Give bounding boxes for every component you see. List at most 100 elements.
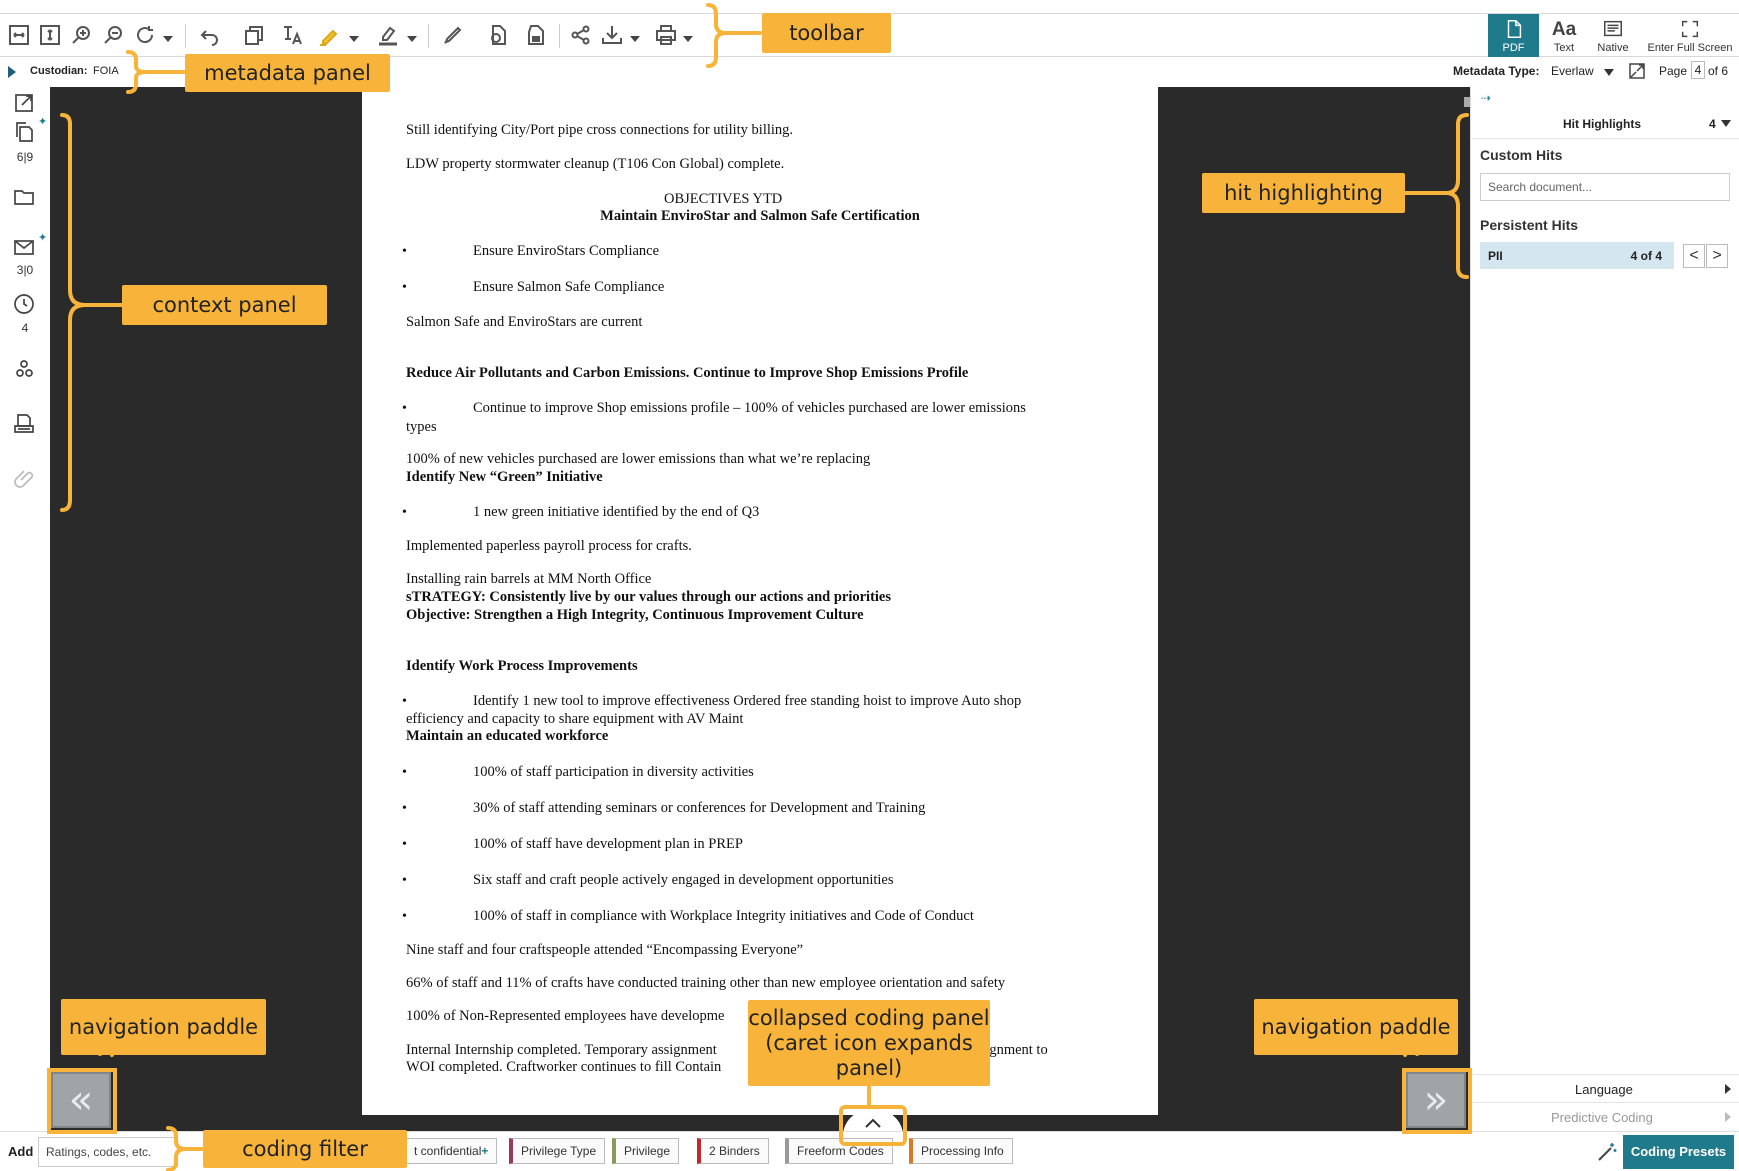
download-icon[interactable] (597, 20, 627, 50)
pdf-view-button[interactable]: PDF (1488, 14, 1539, 57)
redact-dropdown-caret[interactable] (407, 36, 417, 42)
highlighter-dropdown-caret[interactable] (349, 36, 359, 42)
text-select-icon[interactable] (277, 20, 307, 50)
doc-line: Nine staff and four craftspeople attende… (406, 942, 804, 958)
zoom-in-icon[interactable] (67, 20, 97, 50)
magic-wand-icon[interactable] (1596, 1141, 1618, 1163)
doc-heading: Maintain an educated workforce (406, 728, 609, 744)
code-chip-label: Privilege Type (521, 1144, 597, 1158)
code-chip[interactable]: Freeform Codes (785, 1138, 893, 1164)
page-total: of 6 (1708, 64, 1729, 78)
print-dropdown-caret[interactable] (683, 36, 693, 42)
email-icon[interactable] (12, 235, 38, 261)
rotate-icon[interactable] (131, 20, 161, 50)
production-icon[interactable] (12, 412, 38, 438)
pii-hit-row[interactable]: PII 4 of 4 (1480, 242, 1674, 269)
redact-stamp-icon[interactable] (521, 20, 551, 50)
caret-right-icon[interactable] (1725, 1112, 1731, 1122)
native-view-button[interactable]: Native (1589, 14, 1637, 57)
coding-presets-button[interactable]: Coding Presets (1623, 1135, 1734, 1169)
undo-icon[interactable] (194, 20, 224, 50)
bullet: • (402, 280, 407, 295)
add-email-icon[interactable]: ✦ (38, 231, 47, 244)
chevron-left-icon: < (1689, 247, 1699, 264)
highlighter-icon[interactable] (314, 20, 344, 50)
panel-resize-handle[interactable] (1464, 97, 1470, 107)
doc-line: Implemented paperless payroll process fo… (406, 538, 692, 554)
doc-line: 30% of staff attending seminars or confe… (473, 800, 926, 816)
expand-metadata-icon[interactable] (8, 66, 16, 78)
download-dropdown-caret[interactable] (630, 36, 640, 42)
collapse-panel-icon[interactable]: ⇢ (1481, 91, 1491, 105)
text-view-button[interactable]: Aa Text (1541, 14, 1587, 57)
print-icon[interactable] (651, 20, 681, 50)
code-chip[interactable]: t confidential+ (402, 1138, 498, 1164)
bullet: • (402, 401, 407, 416)
pii-hit-name: PII (1488, 249, 1503, 263)
expand-icon[interactable] (12, 91, 38, 117)
people-icon[interactable] (12, 357, 38, 383)
doc-line: Ensure Salmon Safe Compliance (473, 279, 665, 295)
predictive-coding-section[interactable]: Predictive Coding (1551, 1110, 1653, 1125)
code-chip[interactable]: Processing Info (909, 1138, 1013, 1164)
fullscreen-icon (1681, 20, 1699, 38)
history-count: 4 (21, 321, 29, 335)
prev-hit-button[interactable]: < (1683, 244, 1705, 268)
doc-line: efficiency and capacity to share equipme… (406, 711, 744, 727)
coding-filter-input[interactable]: Ratings, codes, etc. (38, 1137, 178, 1167)
doc-heading: Reduce Air Pollutants and Carbon Emissio… (406, 365, 969, 381)
fit-width-icon[interactable] (4, 20, 34, 50)
pii-hit-count: 4 of 4 (1630, 249, 1662, 263)
add-code-icon[interactable]: + (481, 1144, 488, 1158)
callout-context-panel: context panel (122, 285, 327, 325)
doc-line: types (406, 419, 437, 435)
code-chip[interactable]: Privilege Type (509, 1138, 606, 1164)
double-chevron-right-icon: » (1423, 1077, 1449, 1123)
pdf-view-label: PDF (1502, 42, 1525, 54)
next-hit-button[interactable]: > (1706, 244, 1728, 268)
review-window: PDF Aa Text Native Enter Full Screen Cus… (0, 0, 1739, 1171)
zoom-out-icon[interactable] (99, 20, 129, 50)
bullet: • (402, 909, 407, 924)
document-page[interactable]: Still identifying City/Port pipe cross c… (362, 87, 1158, 1115)
redact-icon[interactable] (373, 20, 403, 50)
history-icon[interactable] (12, 292, 38, 318)
caret-right-icon[interactable] (1725, 1084, 1731, 1094)
add-version-icon[interactable]: ✦ (38, 115, 47, 128)
hit-highlights-caret[interactable] (1721, 120, 1731, 127)
metadata-type-select[interactable]: Everlaw (1551, 64, 1594, 78)
search-document-input[interactable]: Search document... (1480, 173, 1730, 201)
divider (1471, 138, 1739, 139)
popout-icon[interactable] (1628, 62, 1646, 80)
doc-line: 1 new green initiative identified by the… (473, 504, 760, 520)
stamp-icon[interactable] (483, 20, 513, 50)
copy-icon[interactable] (239, 20, 269, 50)
folder-icon[interactable] (12, 185, 38, 211)
pen-icon[interactable] (438, 20, 468, 50)
bullet: • (402, 505, 407, 520)
prev-navigation-paddle[interactable]: « (51, 1072, 111, 1128)
toolbar-divider (559, 24, 560, 48)
versions-icon[interactable] (12, 120, 38, 146)
document-viewer: Still identifying City/Port pipe cross c… (50, 87, 1470, 1136)
callout-toolbar: toolbar (762, 13, 891, 53)
metadata-type-caret[interactable] (1604, 69, 1614, 76)
language-section[interactable]: Language (1575, 1082, 1633, 1097)
hit-highlights-count: 4 (1709, 117, 1716, 131)
bullet: • (402, 837, 407, 852)
page-number-input[interactable]: 4 (1691, 61, 1705, 79)
share-icon[interactable] (566, 20, 596, 50)
fullscreen-button[interactable]: Enter Full Screen (1643, 14, 1737, 57)
next-navigation-paddle[interactable]: » (1406, 1072, 1466, 1128)
metadata-type-label: Metadata Type: (1453, 64, 1540, 78)
native-view-label: Native (1597, 42, 1629, 54)
callout-nav-right: navigation paddle (1254, 999, 1458, 1055)
fit-height-icon[interactable] (35, 20, 65, 50)
toolbar-divider (185, 24, 186, 48)
text-view-icon: Aa (1551, 19, 1577, 40)
doc-line: 100% of Non-Represented employees have d… (406, 1008, 725, 1024)
code-chip[interactable]: Privilege (612, 1138, 680, 1164)
doc-line: Identify 1 new tool to improve effective… (473, 693, 1022, 709)
rotate-dropdown-caret[interactable] (163, 36, 173, 42)
code-chip[interactable]: 2 Binders (697, 1138, 769, 1164)
